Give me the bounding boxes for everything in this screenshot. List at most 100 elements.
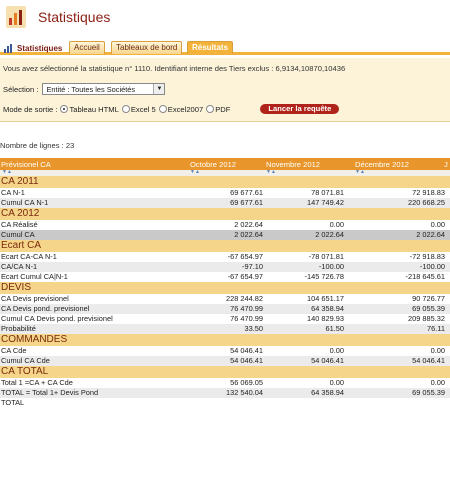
cell-value: 54 046.41 [230, 356, 263, 365]
table-row: Cumul CA 2 022.64 2 022.64 2 022.64 [0, 230, 450, 240]
cell-value: 0.00 [430, 346, 445, 355]
cell-value: 147 749.42 [307, 198, 344, 207]
cell-value: -218 645.61 [405, 272, 445, 281]
section-header: CA 2012 [0, 208, 450, 220]
cell-value: -100.00 [318, 262, 344, 271]
row-label: Ecart Cumul CA|N-1 [1, 272, 68, 281]
row-label: CA Cde [1, 346, 27, 355]
row-label: Ecart CA-CA N-1 [1, 252, 57, 261]
row-label: CA/CA N-1 [1, 262, 38, 271]
cell-value: 90 726.77 [412, 294, 445, 303]
tab-resultats[interactable]: Résultats [187, 41, 234, 54]
filter-panel: Vous avez sélectionné la statistique n° … [0, 58, 450, 122]
table-row: CA Devis previsionel 228 244.82 104 651.17… [0, 294, 450, 304]
cell-value: 0.00 [430, 220, 445, 229]
column-header[interactable]: Octobre 2012 [190, 160, 236, 169]
cell-value: 69 677.61 [230, 188, 263, 197]
page-title: Statistiques [38, 9, 111, 25]
column-header[interactable]: Novembre 2012 [266, 160, 320, 169]
column-header[interactable]: Prévisionel CA [1, 160, 51, 169]
table-row: Cumul CA Devis pond. previsionel 76 470.9… [0, 314, 450, 324]
row-label: CA Devis previsionel [1, 294, 69, 303]
table-row: Total 1 =CA + CA Cde 56 069.05 0.00 0.00 [0, 378, 450, 388]
table-row: Cumul CA N-1 69 677.61 147 749.42 220 668.2… [0, 198, 450, 208]
table-row: Ecart CA-CA N-1 -67 654.97 -78 071.81 -72 9… [0, 252, 450, 262]
cell-value: 76.11 [427, 324, 445, 333]
chevron-down-icon: ▼ [153, 84, 165, 94]
cell-value: 76 470.99 [230, 314, 263, 323]
section-header: CA 2011 [0, 176, 450, 188]
cell-value: 69 055.39 [412, 388, 445, 397]
section-header: COMMANDES [0, 334, 450, 346]
selection-label: Sélection : [3, 84, 39, 94]
row-label: TOTAL = Total 1+ Devis Pond [1, 388, 99, 397]
table-row: Ecart Cumul CA|N-1 -67 654.97 -145 726.78 -… [0, 272, 450, 282]
table-row: Cumul CA Cde 54 046.41 54 046.41 54 046.41 [0, 356, 450, 366]
section-header: Ecart CA [0, 240, 450, 252]
cell-value: -78 071.81 [308, 252, 344, 261]
column-header[interactable]: Décembre 2012 [355, 160, 409, 169]
radio-excel5[interactable]: Excel 5 [121, 105, 156, 114]
cell-value: -97.10 [242, 262, 263, 271]
sort-arrows-icon[interactable]: ▼▲ [266, 169, 276, 175]
row-label: Cumul CA N-1 [1, 198, 49, 207]
tab-statistiques[interactable]: Statistiques [4, 42, 62, 54]
table-row: TOTAL = Total 1+ Devis Pond 132 540.04 64 … [0, 388, 450, 398]
cell-value: 0.00 [329, 378, 344, 387]
selection-dropdown[interactable]: Entité : Toutes les Sociétés ▼ [42, 83, 166, 95]
cell-value: 0.00 [329, 220, 344, 229]
sort-arrows-icon[interactable]: ▼▲ [355, 169, 365, 175]
cell-value: 0.00 [430, 378, 445, 387]
row-label: Probabilité [1, 324, 36, 333]
run-query-button[interactable]: Lancer la requête [260, 104, 340, 114]
cell-value: 0.00 [329, 346, 344, 355]
cell-value: -72 918.83 [409, 252, 445, 261]
table-row: CA Réalisé 2 022.64 0.00 0.00 [0, 220, 450, 230]
row-label: Cumul CA [1, 230, 35, 239]
statistics-logo-icon [6, 6, 26, 28]
radio-excel2007[interactable]: Excel2007 [158, 104, 204, 114]
cell-value: 54 046.41 [230, 346, 263, 355]
sort-arrows-icon[interactable]: ▼▲ [2, 169, 12, 175]
cell-value: 76 470.99 [230, 304, 263, 313]
cell-value: -67 654.97 [227, 272, 263, 281]
cell-value: 54 046.41 [311, 356, 344, 365]
cell-value: 72 918.83 [412, 188, 445, 197]
table-body: CA 2011 CA N-1 69 677.61 78 071.81 72 918.83… [0, 176, 450, 408]
cell-value: 132 540.04 [226, 388, 263, 397]
table-row: CA Devis pond. previsionel 76 470.99 64 35… [0, 304, 450, 314]
cell-value: 54 046.41 [412, 356, 445, 365]
cell-value: 228 244.82 [226, 294, 263, 303]
selection-value: Entité : Toutes les Sociétés [46, 84, 136, 94]
row-label: Cumul CA Cde [1, 356, 50, 365]
tab-tableaux-de-bord[interactable]: Tableaux de bord [111, 41, 183, 54]
table-row: CA/CA N-1 -97.10 -100.00 -100.00 [0, 262, 450, 272]
table-row: TOTAL [0, 398, 450, 408]
column-header[interactable]: J [444, 160, 448, 169]
cell-value: 33.50 [244, 324, 264, 333]
radio-dot [206, 105, 215, 113]
tab-accueil[interactable]: Accueil [69, 41, 105, 54]
results-table: Prévisionel CA Octobre 2012 Novembre 201… [0, 158, 450, 408]
radio-tableau-html[interactable]: Tableau HTML [60, 104, 119, 114]
app-header: Statistiques [0, 0, 450, 36]
cell-value: 64 358.94 [311, 388, 344, 397]
radio-pdf[interactable]: PDF [206, 105, 230, 114]
radio-label: Excel2007 [167, 104, 204, 114]
radio-dot [60, 105, 69, 113]
row-label: CA N-1 [1, 188, 25, 197]
table-row: CA Cde 54 046.41 0.00 0.00 [0, 346, 450, 356]
cell-value: 2 022.64 [416, 230, 445, 239]
cell-value: -100.00 [419, 262, 445, 271]
selection-row: Sélection : Entité : Toutes les Sociétés… [3, 83, 166, 95]
table-row: Probabilité 33.50 61.50 76.11 [0, 324, 450, 334]
cell-value: 69 055.39 [412, 304, 445, 313]
row-label: Cumul CA Devis pond. previsionel [1, 314, 113, 323]
selection-info-text: Vous avez sélectionné la statistique n° … [3, 64, 346, 73]
cell-value: 61.50 [325, 324, 345, 333]
radio-label: Tableau HTML [69, 104, 119, 114]
cell-value: 2 022.64 [234, 230, 263, 239]
cell-value: 56 069.05 [230, 378, 263, 387]
row-label: Total 1 =CA + CA Cde [1, 378, 73, 387]
sort-arrows-icon[interactable]: ▼▲ [190, 169, 200, 175]
